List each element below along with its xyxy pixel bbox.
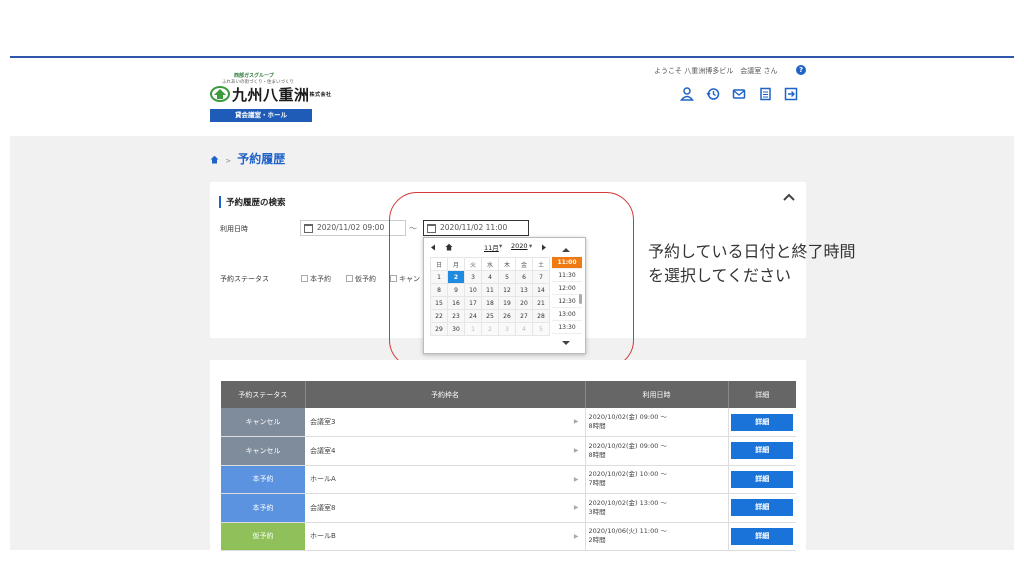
column-header-status: 予約ステータス [221, 381, 306, 408]
column-header-detail: 詳細 [728, 381, 796, 408]
logo-company-name: 九州八重洲株式会社 [232, 86, 332, 104]
status-badge: 本予約 [221, 493, 305, 523]
reservation-name: ホールB [310, 532, 336, 541]
reservation-duration: 3時間 [588, 507, 606, 516]
status-checkbox-tentative[interactable]: 仮予約 [346, 274, 376, 284]
chevron-right-icon: ▶ [573, 447, 579, 454]
detail-button[interactable]: 詳細 [731, 413, 794, 431]
table-row[interactable]: 本予約 ホールA ▶ 2020/10/02(金) 10:00 ～ 7時間 詳細 [221, 465, 796, 494]
reservation-name-cell[interactable]: 会議室3 ▶ [305, 408, 585, 437]
detail-cell: 詳細 [727, 493, 796, 523]
site-header: 西部ガスグループ ふれあいの街づくり・住まいづくり 九州八重洲株式会社 貸会議室… [10, 58, 1014, 136]
highlight-circle [389, 192, 634, 368]
company-logo[interactable]: 西部ガスグループ ふれあいの街づくり・住まいづくり 九州八重洲株式会社 貸会議室… [210, 72, 332, 124]
chevron-up-icon[interactable] [782, 192, 796, 202]
chevron-right-icon: ▶ [573, 532, 579, 540]
reservation-name: 会議室3 [310, 418, 336, 426]
detail-button[interactable]: 詳細 [731, 442, 794, 460]
reservation-date: 2020/10/02(金) 09:00 ～ [588, 413, 667, 421]
instruction-callout: 予約している日付と終了時間 を選択してください [648, 240, 856, 288]
reservation-duration: 8時間 [588, 450, 606, 459]
chevron-right-icon: ▶ [573, 504, 579, 511]
reservation-duration: 2時間 [588, 536, 606, 545]
column-header-date: 利用日時 [585, 381, 729, 408]
home-icon[interactable] [210, 155, 219, 164]
welcome-text: ようこそ 八重洲博多ビル 会議室 さん [654, 67, 778, 75]
page-title: 予約履歴 [237, 152, 286, 166]
logout-icon[interactable] [784, 86, 798, 101]
table-header-row: 予約ステータス 予約枠名 利用日時 詳細 [221, 381, 796, 408]
column-header-name: 予約枠名 [305, 381, 586, 408]
detail-cell: 詳細 [727, 408, 796, 437]
reservation-duration: 7時間 [588, 479, 606, 488]
reservation-date: 2020/10/02(金) 09:00 ～ [588, 441, 667, 450]
detail-cell: 詳細 [727, 436, 796, 466]
status-label: 予約ステータス [220, 275, 269, 283]
chevron-right-icon: ▶ [573, 475, 579, 483]
history-icon[interactable] [706, 86, 720, 100]
callout-line-1: 予約している日付と終了時間 [648, 242, 856, 261]
reservation-date-cell: 2020/10/06(火) 11:00 ～ 2時間 [584, 522, 728, 551]
table-row[interactable]: 仮予約 ホールB ▶ 2020/10/06(火) 11:00 ～ 2時間 詳細 [221, 522, 796, 551]
breadcrumb-separator: > [225, 157, 232, 165]
table-row[interactable]: キャンセル 会議室4 ▶ 2020/10/02(金) 09:00 ～ 8時間 詳細 [221, 436, 796, 466]
reservation-date: 2020/10/02(金) 10:00 ～ [588, 470, 667, 479]
reservation-date-cell: 2020/10/02(金) 10:00 ～ 7時間 [584, 465, 728, 494]
checkbox-box[interactable] [301, 275, 308, 282]
reservation-name-cell[interactable]: 会議室8 ▶ [305, 493, 585, 523]
help-icon[interactable]: ? [796, 65, 806, 75]
reservation-history-table: 予約ステータス 予約枠名 利用日時 詳細 キャンセル 会議室3 ▶ 2020/10… [221, 381, 796, 551]
callout-line-2: を選択してください [648, 266, 792, 285]
search-panel-title: 予約履歴の検索 [219, 196, 286, 208]
detail-cell: 詳細 [727, 465, 796, 494]
detail-cell: 詳細 [727, 522, 796, 551]
reservation-name: 会議室4 [310, 446, 336, 455]
logo-group-text: 西部ガスグループ [234, 73, 274, 79]
reservation-date-cell: 2020/10/02(金) 09:00 ～ 8時間 [584, 436, 728, 466]
reservation-name-cell[interactable]: ホールA ▶ [305, 465, 585, 494]
reservation-name: ホールA [310, 475, 336, 484]
table-row[interactable]: キャンセル 会議室3 ▶ 2020/10/02(金) 09:00 ～ 8時間 詳細 [221, 408, 796, 437]
status-badge: キャンセル [221, 436, 305, 466]
checkbox-label: 本予約 [310, 275, 331, 283]
reservation-name-cell[interactable]: ホールB ▶ [305, 522, 585, 551]
logo-name-suffix: 株式会社 [309, 92, 332, 98]
date-label: 利用日時 [220, 225, 248, 233]
history-table-panel: 予約ステータス 予約枠名 利用日時 詳細 キャンセル 会議室3 ▶ 2020/10… [210, 360, 806, 551]
detail-button[interactable]: 詳細 [731, 470, 794, 488]
reservation-date-cell: 2020/10/02(金) 13:00 ～ 3時間 [584, 493, 728, 523]
status-badge: 本予約 [221, 465, 305, 494]
reservation-date-cell: 2020/10/02(金) 09:00 ～ 8時間 [584, 408, 728, 437]
chevron-right-icon: ▶ [573, 418, 579, 425]
logo-subtitle-badge: 貸会議室・ホール [210, 109, 312, 122]
status-checkbox-confirmed[interactable]: 本予約 [301, 274, 331, 284]
status-badge: キャンセル [221, 408, 305, 437]
table-row[interactable]: 本予約 会議室8 ▶ 2020/10/02(金) 13:00 ～ 3時間 詳細 [221, 493, 796, 523]
calendar-icon [304, 224, 313, 233]
reservation-duration: 8時間 [588, 422, 606, 430]
detail-button[interactable]: 詳細 [731, 499, 794, 517]
breadcrumb: > 予約履歴 [210, 150, 285, 167]
document-icon[interactable] [758, 86, 772, 101]
status-badge: 仮予約 [221, 522, 305, 551]
user-icon[interactable] [679, 86, 695, 101]
date-from-value: 2020/11/02 09:00 [317, 223, 385, 232]
reservation-date: 2020/10/06(火) 11:00 ～ [588, 527, 667, 536]
checkbox-label: 仮予約 [355, 275, 376, 283]
reservation-name-cell[interactable]: 会議室4 ▶ [305, 436, 585, 466]
reservation-date: 2020/10/02(金) 13:00 ～ [588, 498, 667, 507]
reservation-name: 会議室8 [310, 503, 336, 512]
checkbox-box[interactable] [346, 275, 353, 282]
logo-mark-icon [210, 86, 230, 102]
mail-icon[interactable] [732, 86, 746, 100]
detail-button[interactable]: 詳細 [731, 527, 794, 545]
